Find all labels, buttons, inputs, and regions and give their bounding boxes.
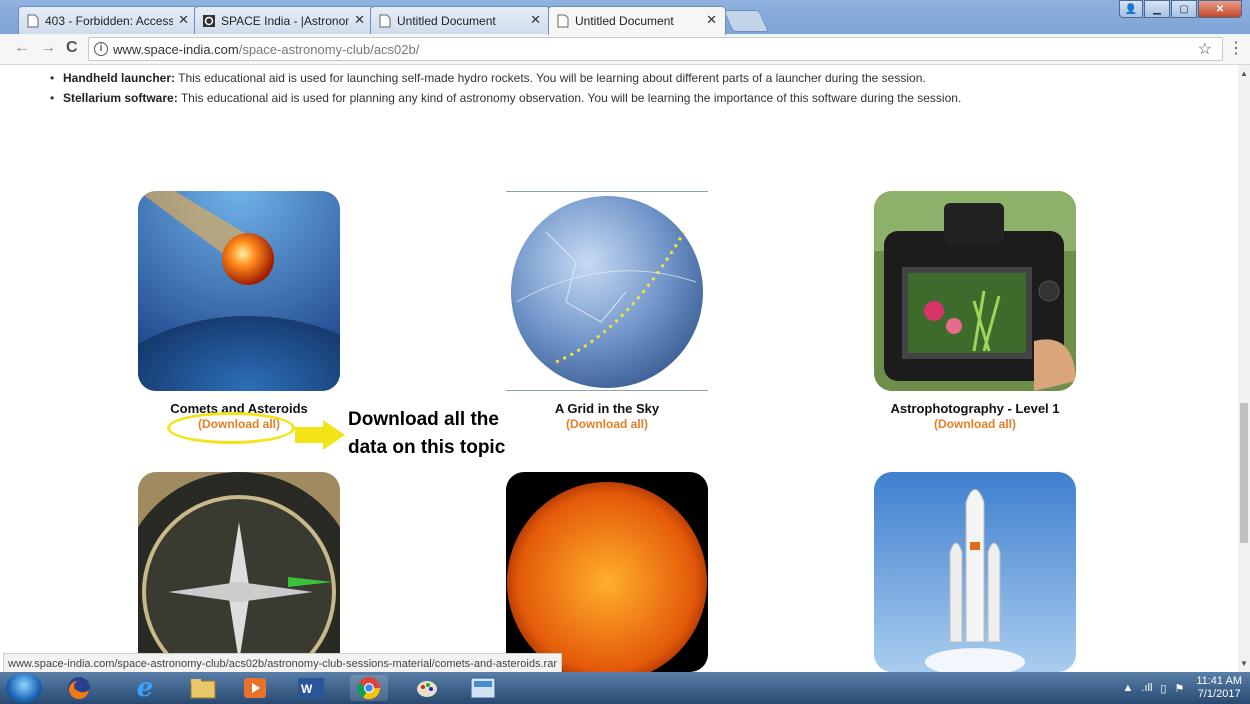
address-bar[interactable]: i www.space-india.com/space-astronomy-cl…	[88, 37, 1223, 61]
paint-icon[interactable]	[408, 675, 446, 701]
scrollbar-thumb[interactable]	[1240, 403, 1248, 543]
page-icon	[27, 14, 39, 28]
tab-strip: 403 - Forbidden: Access ✕ SPACE India - …	[0, 0, 1250, 35]
firefox-icon[interactable]	[60, 675, 98, 701]
word-icon[interactable]: W	[292, 675, 330, 701]
tab-forbidden[interactable]: 403 - Forbidden: Access ✕	[18, 6, 198, 34]
media-player-icon[interactable]	[236, 675, 274, 701]
user-icon[interactable]: 👤	[1119, 0, 1143, 18]
topic-card-rocket	[874, 472, 1076, 672]
topic-card-comets: Comets and Asteroids (Download all)	[138, 191, 340, 431]
list-item: Stellarium software: This educational ai…	[50, 91, 1238, 105]
window-controls: 👤 ▁ ▢ ✕	[1118, 0, 1242, 18]
annotation-callout: Download all the data on this topic	[348, 409, 506, 458]
camera-image[interactable]	[874, 191, 1076, 391]
flag-icon[interactable]: ⚑	[1174, 682, 1184, 695]
chrome-icon[interactable]	[350, 675, 388, 701]
bookmark-star-icon[interactable]: ☆	[1198, 38, 1212, 62]
clock[interactable]: 11:41 AM 7/1/2017	[1196, 675, 1242, 701]
internet-explorer-icon[interactable]: e	[126, 673, 164, 703]
close-tab-icon[interactable]: ✕	[354, 12, 365, 28]
network-icon[interactable]: .ıll	[1141, 682, 1152, 694]
minimize-button[interactable]: ▁	[1144, 0, 1170, 18]
aid-list: Handheld launcher: This educational aid …	[0, 71, 1238, 105]
scroll-up-arrow-icon[interactable]: ▲	[1240, 69, 1248, 78]
arrow-right-icon	[295, 420, 345, 450]
highlight-ellipse	[167, 412, 295, 444]
topic-card-sun	[506, 472, 708, 672]
topic-card-compass	[138, 472, 340, 672]
back-arrow-icon[interactable]: ←	[14, 39, 30, 57]
tab-untitled-active[interactable]: Untitled Document ✕	[548, 6, 726, 35]
battery-icon[interactable]: ▯	[1160, 682, 1166, 695]
close-tab-icon[interactable]: ✕	[178, 12, 189, 28]
close-tab-icon[interactable]: ✕	[706, 12, 717, 28]
compass-image[interactable]	[138, 472, 340, 672]
snipping-tool-icon[interactable]	[464, 675, 502, 701]
reload-icon[interactable]: C	[66, 39, 78, 57]
system-tray: ▲ .ıll ▯ ⚑ 11:41 AM 7/1/2017	[1123, 672, 1250, 704]
start-button[interactable]	[6, 673, 42, 703]
menu-kebab-icon[interactable]: ⋮	[1228, 38, 1244, 58]
close-window-button[interactable]: ✕	[1198, 0, 1242, 18]
svg-text:W: W	[301, 682, 313, 696]
list-item: Handheld launcher: This educational aid …	[50, 71, 1238, 85]
page-icon	[379, 14, 391, 28]
topic-card-grid-sky: A Grid in the Sky (Download all)	[506, 191, 708, 431]
file-explorer-icon[interactable]	[184, 675, 222, 701]
celestial-globe-image[interactable]	[506, 191, 708, 391]
new-tab-button[interactable]	[722, 10, 770, 32]
maximize-button[interactable]: ▢	[1171, 0, 1197, 18]
forward-arrow-icon[interactable]: →	[40, 39, 56, 57]
tray-chevron-icon[interactable]: ▲	[1123, 682, 1134, 694]
vertical-scrollbar[interactable]: ▲ ▼	[1238, 65, 1250, 672]
scroll-down-arrow-icon[interactable]: ▼	[1240, 659, 1248, 668]
topic-card-astrophotography: Astrophotography - Level 1 (Download all…	[874, 191, 1076, 431]
sun-image[interactable]	[506, 472, 708, 672]
tab-untitled-1[interactable]: Untitled Document ✕	[370, 6, 550, 34]
page-icon	[557, 14, 569, 28]
comet-image[interactable]	[138, 191, 340, 391]
info-icon[interactable]: i	[94, 42, 108, 56]
close-tab-icon[interactable]: ✕	[530, 12, 541, 28]
taskbar: e W ▲ .ıll ▯ ⚑ 11:41 AM 7/1/2017	[0, 672, 1250, 704]
site-logo-icon	[203, 15, 215, 27]
download-all-link[interactable]: (Download all)	[874, 417, 1076, 431]
tab-space-india[interactable]: SPACE India - |Astronom ✕	[194, 6, 374, 34]
browser-toolbar: ← → C i www.space-india.com/space-astron…	[0, 34, 1250, 65]
rocket-image[interactable]	[874, 472, 1076, 672]
